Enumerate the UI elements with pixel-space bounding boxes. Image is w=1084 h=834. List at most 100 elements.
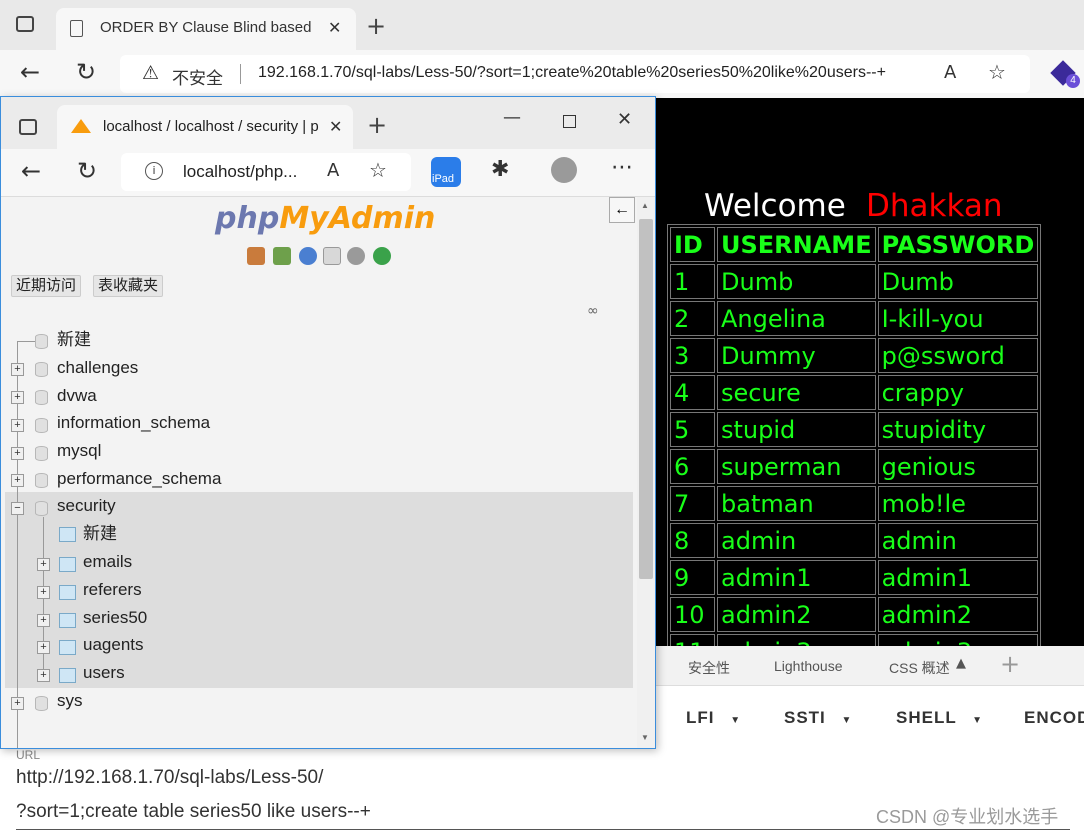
add-tab-icon[interactable]: + <box>1000 650 1020 678</box>
table-referers[interactable]: referers <box>83 577 142 603</box>
header-password: PASSWORD <box>877 227 1039 262</box>
cell-password: mob!le <box>877 486 1039 521</box>
expand-icon[interactable]: + <box>37 614 50 627</box>
db-security[interactable]: security <box>57 493 116 519</box>
reload-icon[interactable] <box>373 247 391 265</box>
expand-icon[interactable]: + <box>11 391 24 404</box>
expand-icon[interactable]: + <box>11 697 24 710</box>
favorite-star-icon[interactable]: ☆ <box>988 60 1006 84</box>
scroll-down-icon[interactable]: ▼ <box>641 733 649 742</box>
cell-username: secure <box>717 375 876 410</box>
cell-username: admin <box>717 523 876 558</box>
expand-icon[interactable]: + <box>11 363 24 376</box>
scroll-up-icon[interactable]: ▲ <box>641 201 649 210</box>
expand-icon[interactable]: + <box>11 474 24 487</box>
cell-username: admin2 <box>717 597 876 632</box>
table-row: 10 admin2 admin2 <box>670 597 1039 632</box>
new-db-link[interactable]: 新建 <box>57 327 91 353</box>
front-address-bar[interactable]: i localhost/php... A ☆ <box>121 153 411 191</box>
tab-lighthouse[interactable]: Lighthouse <box>774 658 843 674</box>
back-arrow-icon[interactable]: ← <box>21 157 41 185</box>
back-arrow-icon[interactable]: ← <box>20 58 40 86</box>
expand-icon[interactable]: + <box>37 558 50 571</box>
cell-username: admin3 <box>717 634 876 646</box>
new-tab-icon[interactable]: + <box>366 12 386 40</box>
pma-navigation-panel: phpMyAdmin ← 近期访问 表收藏夹 ∞ 新建 + challenges… <box>1 197 637 748</box>
table-users[interactable]: users <box>83 660 125 686</box>
more-menu-icon[interactable]: ⋯ <box>611 155 633 180</box>
tab-security[interactable]: 安全性 <box>688 658 730 678</box>
link-chain-icon[interactable]: ∞ <box>587 303 599 319</box>
cell-password: admin1 <box>877 560 1039 595</box>
recent-button[interactable]: 近期访问 <box>11 275 82 297</box>
cell-id: 2 <box>670 301 715 336</box>
db-dvwa[interactable]: dvwa <box>57 383 97 409</box>
ipad-label: iPad <box>432 173 455 185</box>
url-input-line1[interactable]: http://192.168.1.70/sql-labs/Less-50/ <box>16 767 323 789</box>
welcome-text: Welcome <box>704 188 846 224</box>
sidebar-toggle-icon[interactable] <box>16 16 34 32</box>
db-challenges[interactable]: challenges <box>57 355 138 381</box>
favorite-star-icon[interactable]: ☆ <box>369 158 387 182</box>
db-performance-schema[interactable]: performance_schema <box>57 466 221 492</box>
front-active-tab[interactable]: localhost / localhost / security | p ✕ <box>57 105 353 149</box>
cell-id: 1 <box>670 264 715 299</box>
table-uagents[interactable]: uagents <box>83 632 144 658</box>
close-icon[interactable]: ✕ <box>329 117 342 136</box>
menu-encoding[interactable]: ENCODING <box>1024 708 1084 728</box>
docs-icon[interactable] <box>323 247 341 265</box>
database-icon <box>35 501 48 516</box>
expand-icon[interactable]: + <box>37 586 50 599</box>
table-icon <box>59 585 76 600</box>
pma-logo[interactable]: phpMyAdmin <box>215 201 435 236</box>
back-address-bar[interactable]: ⚠ 不安全 192.168.1.70/sql-labs/Less-50/?sor… <box>120 55 1030 93</box>
expand-icon[interactable]: + <box>37 669 50 682</box>
close-icon[interactable]: ✕ <box>328 18 341 37</box>
menu-ssti[interactable]: SSTI ▼ <box>784 708 852 728</box>
expand-icon[interactable]: + <box>37 641 50 654</box>
front-tab-title: localhost / localhost / security | p <box>103 118 319 135</box>
db-sys[interactable]: sys <box>57 688 83 714</box>
sidebar-toggle-icon[interactable] <box>19 119 37 135</box>
cell-id: 8 <box>670 523 715 558</box>
db-information-schema[interactable]: information_schema <box>57 410 210 436</box>
collapse-arrow-icon[interactable]: ← <box>609 197 635 223</box>
database-icon <box>35 696 48 711</box>
new-tab-icon[interactable]: + <box>367 111 387 139</box>
front-address-row: ← ↻ i localhost/php... A ☆ iPad ✱ ⋯ <box>1 149 655 197</box>
read-aloud-icon[interactable]: A <box>327 160 339 181</box>
table-series50[interactable]: series50 <box>83 605 147 631</box>
menu-lfi[interactable]: LFI ▼ <box>686 708 741 728</box>
read-aloud-icon[interactable]: A <box>944 62 956 83</box>
pma-scrollbar[interactable]: ▲ ▼ <box>637 197 655 748</box>
back-url-text[interactable]: 192.168.1.70/sql-labs/Less-50/?sort=1;cr… <box>258 64 886 82</box>
refresh-icon[interactable]: ↻ <box>76 58 96 86</box>
address-divider <box>240 64 241 84</box>
front-url-text[interactable]: localhost/php... <box>183 162 297 182</box>
home-icon[interactable] <box>247 247 265 265</box>
refresh-icon[interactable]: ↻ <box>77 157 97 185</box>
pma-favicon-icon <box>71 119 91 133</box>
logout-icon[interactable] <box>273 247 291 265</box>
help-icon[interactable] <box>299 247 317 265</box>
url-input-line2[interactable]: ?sort=1;create table series50 like users… <box>16 801 371 823</box>
tab-css-overview[interactable]: CSS 概述 <box>889 658 950 678</box>
minimize-icon[interactable]: — <box>503 107 521 128</box>
window-close-icon[interactable]: ✕ <box>617 109 632 130</box>
cell-id: 9 <box>670 560 715 595</box>
expand-icon[interactable]: + <box>11 419 24 432</box>
profile-avatar[interactable] <box>551 157 577 183</box>
table-emails[interactable]: emails <box>83 549 132 575</box>
settings-gear-icon[interactable] <box>347 247 365 265</box>
db-mysql[interactable]: mysql <box>57 438 101 464</box>
favorites-button[interactable]: 表收藏夹 <box>93 275 164 297</box>
extensions-puzzle-icon[interactable]: ✱ <box>491 157 509 182</box>
back-active-tab[interactable]: ORDER BY Clause Blind based ✕ <box>56 8 356 50</box>
table-row: 9 admin1 admin1 <box>670 560 1039 595</box>
scrollbar-thumb[interactable] <box>639 219 653 579</box>
security-new-table[interactable]: 新建 <box>83 521 117 547</box>
menu-shell[interactable]: SHELL ▼ <box>896 708 983 728</box>
collapse-icon[interactable]: − <box>11 502 24 515</box>
maximize-icon[interactable] <box>563 115 576 128</box>
expand-icon[interactable]: + <box>11 447 24 460</box>
